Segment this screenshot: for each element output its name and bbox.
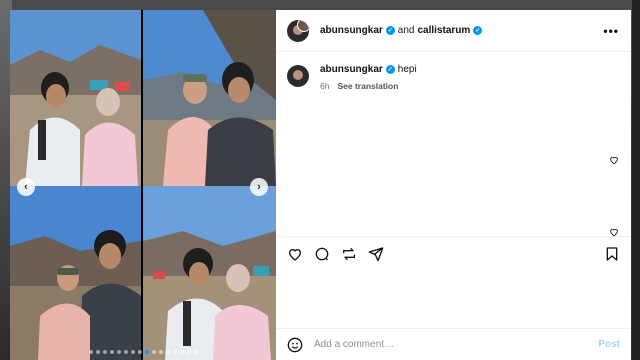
post-comment-button[interactable]: Post [598,339,620,350]
carousel-dots [10,350,276,354]
carousel-dot [130,350,135,354]
comment-like-heart-icon[interactable] [609,155,619,168]
carousel-dot [172,350,177,354]
post-actions-bar [276,236,631,270]
carousel-dot [102,350,107,354]
post-caption: abunsungkar ✓ hepi 6h See translation [287,64,620,91]
photo-1 [10,10,141,186]
verified-badge-icon: ✓ [385,65,395,74]
carousel-dot [179,350,184,354]
carousel-dot [123,350,128,354]
see-translation-link[interactable]: See translation [337,81,398,91]
photo-2 [143,10,276,186]
carousel-dot [95,350,100,354]
post-side-panel: abunsungkar ✓ and callistarum ✓ ••• abun… [276,10,631,360]
carousel-dot [186,350,191,354]
carousel-prev-button[interactable]: ‹ [17,178,35,196]
more-options-icon[interactable]: ••• [603,24,619,38]
photo-3 [10,186,141,360]
caption-text: hepi [397,64,417,75]
carousel-dot [116,350,121,354]
carousel-dot [151,350,156,354]
likes-section [276,270,631,328]
backdrop-right [632,0,640,360]
repost-icon[interactable] [341,246,357,262]
carousel-dot [88,350,93,354]
post-header: abunsungkar ✓ and callistarum ✓ ••• [276,10,631,52]
post-timestamp[interactable]: 6h [320,81,329,91]
photo-4 [143,186,276,360]
carousel-dot [193,350,198,354]
comment-input[interactable] [314,339,599,350]
post-authors: abunsungkar ✓ and callistarum ✓ [320,25,483,36]
author-avatar[interactable] [287,19,309,42]
emoji-icon[interactable] [287,337,303,353]
verified-badge-icon: ✓ [473,26,483,35]
comment-icon[interactable] [314,246,330,262]
post-modal: ‹ › abunsungkar ✓ and callistarum ✓ ••• … [10,10,631,360]
carousel-dot [109,350,114,354]
verified-badge-icon: ✓ [385,26,395,35]
share-icon[interactable] [368,246,384,262]
carousel-next-button[interactable]: › [250,178,268,196]
carousel-dot [144,350,149,354]
heart-icon[interactable] [287,246,303,262]
backdrop-top [0,0,640,10]
carousel-dot [137,350,142,354]
caption-avatar[interactable] [287,65,309,87]
add-comment-bar: Post [276,328,631,360]
comment-like-heart-icon[interactable] [609,227,619,240]
bookmark-icon[interactable] [604,246,620,262]
author-username[interactable]: abunsungkar [320,25,383,36]
carousel-dot [158,350,163,354]
comments-area[interactable]: abunsungkar ✓ hepi 6h See translation [276,52,631,237]
post-media-carousel[interactable]: ‹ › [10,10,276,360]
carousel-dot [165,350,170,354]
caption-username[interactable]: abunsungkar [320,64,383,75]
collaborator-username[interactable]: callistarum [417,25,470,36]
authors-conjunction: and [397,25,415,36]
